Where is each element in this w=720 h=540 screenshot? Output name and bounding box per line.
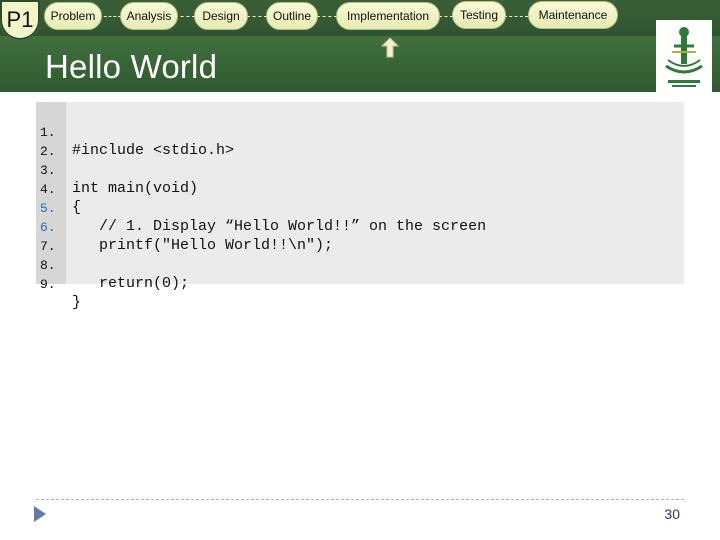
connector [247, 16, 267, 17]
step-label: Design [202, 9, 240, 23]
university-emblem-icon [656, 20, 712, 92]
connector [317, 16, 337, 17]
p1-badge-label: P1 [6, 7, 34, 32]
code-line: 7. [36, 222, 684, 254]
step-label: Outline [272, 9, 312, 23]
code-line: 1. #include <stdio.h> [36, 108, 684, 159]
code-line: 6. printf("Hello World!!\n"); [36, 203, 684, 254]
step-label: Implementation [346, 9, 430, 23]
page-number: 30 [664, 506, 680, 522]
code-line: 2. [36, 127, 684, 159]
step-testing[interactable]: Testing [452, 1, 506, 29]
step-analysis[interactable]: Analysis [120, 2, 178, 30]
step-label: Maintenance [538, 8, 608, 22]
current-step-arrow-icon [381, 38, 399, 58]
code-line: 5. // 1. Display “Hello World!!” on the … [36, 184, 684, 235]
connector [504, 16, 528, 17]
step-label: Analysis [126, 9, 172, 23]
university-logo [656, 20, 712, 92]
line-number: 9. [40, 277, 56, 292]
p1-badge: P1 [0, 0, 40, 40]
bullet-triangle-icon [34, 506, 46, 522]
step-label: Testing [459, 8, 499, 22]
code-line: 4. { [36, 165, 684, 216]
connector [439, 16, 453, 17]
step-problem[interactable]: Problem [44, 2, 102, 30]
code-text: } [72, 294, 82, 311]
slide-title: Hello World [45, 48, 218, 85]
step-design[interactable]: Design [194, 2, 248, 30]
code-line: 3. int main(void) [36, 146, 684, 197]
code-line: 9. } [36, 260, 684, 311]
step-label: Problem [50, 9, 96, 23]
step-maintenance[interactable]: Maintenance [528, 1, 618, 29]
connector [175, 16, 195, 17]
step-implementation[interactable]: Implementation [336, 2, 440, 30]
code-block: 1. #include <stdio.h> 2. 3. int main(voi… [36, 102, 684, 311]
slide-header: P1 Problem Analysis Design Outline Imple… [0, 0, 720, 92]
step-outline[interactable]: Outline [266, 2, 318, 30]
connector [99, 16, 121, 17]
footer-divider [36, 499, 684, 500]
code-line: 8. return(0); [36, 241, 684, 292]
